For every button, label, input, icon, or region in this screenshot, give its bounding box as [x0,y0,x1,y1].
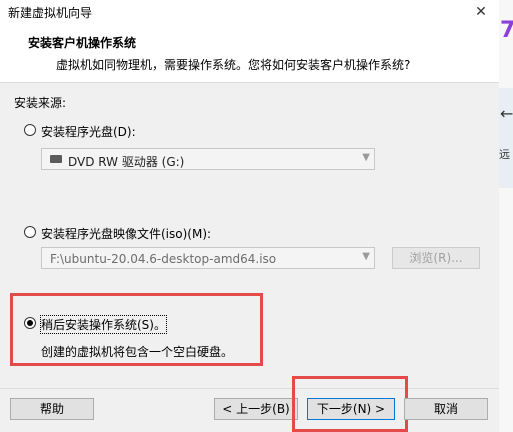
radio-install-later-label[interactable]: 稍后安装操作系统(S)。 [40,315,167,334]
arrow-left-icon: ← [500,104,513,123]
header-subtitle: 虚拟机如同物理机，需要操作系统。您将如何安装客户机操作系统? [56,58,411,72]
browse-button[interactable]: 浏览(R)... [392,247,480,269]
radio-installer-disc[interactable] [24,124,36,136]
radio-installer-disc-label[interactable]: 安装程序光盘(D): [41,123,136,140]
install-later-description: 创建的虚拟机将包含一个空白硬盘。 [41,345,234,359]
iso-path-value: F:\ubuntu-20.04.6-desktop-amd64.iso [50,252,277,266]
back-button[interactable]: < 上一步(B) [214,398,298,420]
highlight-next-button [292,376,408,432]
new-vm-wizard-dialog: 新建虚拟机向导 ✕ 安装客户机操作系统 虚拟机如同物理机，需要操作系统。您将如何… [0,0,500,432]
radio-install-later[interactable] [24,317,36,329]
background-partial-text: 远 [499,148,510,161]
background-window: 7 ← 远 [499,0,513,432]
radio-iso-image[interactable] [24,226,36,238]
background-back-panel[interactable]: ← [499,88,513,188]
close-icon[interactable]: ✕ [463,0,499,24]
install-source-label: 安装来源: [14,96,67,110]
chevron-down-icon: ▼ [362,152,370,163]
disc-drive-value: DVD RW 驱动器 (G:) [68,155,185,169]
window-title: 新建虚拟机向导 [8,6,93,20]
help-button[interactable]: 帮助 [10,398,94,420]
background-logo: 7 [500,18,513,43]
chevron-down-icon: ▼ [362,251,370,262]
dvd-drive-icon [50,155,62,163]
wizard-header: 安装客户机操作系统 虚拟机如同物理机，需要操作系统。您将如何安装客户机操作系统? [0,24,499,83]
cancel-button[interactable]: 取消 [404,398,488,420]
title-bar: 新建虚拟机向导 ✕ [0,0,499,24]
disc-drive-select[interactable]: DVD RW 驱动器 (G:) ▼ [41,148,375,170]
header-title: 安装客户机操作系统 [28,36,137,50]
radio-iso-image-label[interactable]: 安装程序光盘映像文件(iso)(M): [41,225,211,242]
iso-path-combo[interactable]: F:\ubuntu-20.04.6-desktop-amd64.iso ▼ [41,247,375,269]
footer-divider [0,388,499,389]
